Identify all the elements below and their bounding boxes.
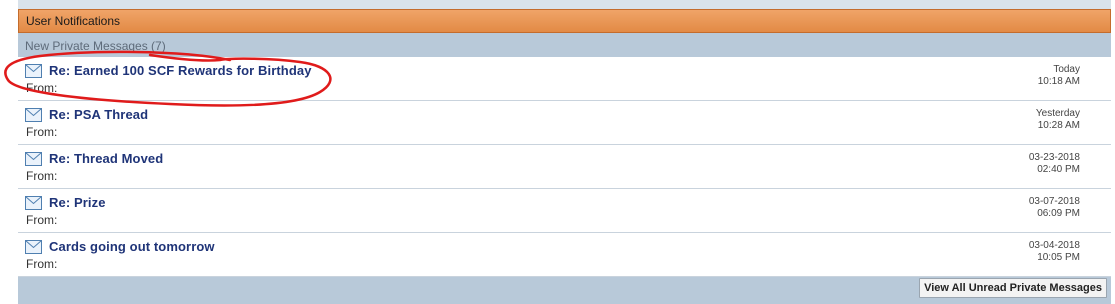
message-date: Yesterday xyxy=(1035,108,1080,119)
envelope-icon xyxy=(25,64,42,78)
message-list: Re: Earned 100 SCF Rewards for Birthday … xyxy=(18,57,1111,277)
message-title-link[interactable]: Re: PSA Thread xyxy=(49,107,148,122)
message-time: 10:18 AM xyxy=(1037,76,1080,87)
message-from: From: xyxy=(26,213,58,227)
message-title-link[interactable]: Re: Earned 100 SCF Rewards for Birthday xyxy=(49,63,312,78)
message-date: 03-23-2018 xyxy=(1028,152,1080,163)
panel-title: User Notifications xyxy=(26,14,121,28)
envelope-icon xyxy=(25,152,42,166)
message-from: From: xyxy=(26,81,58,95)
message-time: 10:28 AM xyxy=(1037,120,1080,131)
message-title-link[interactable]: Cards going out tomorrow xyxy=(49,239,215,254)
message-time: 02:40 PM xyxy=(1037,164,1080,175)
envelope-icon xyxy=(25,108,42,122)
message-title-link[interactable]: Re: Prize xyxy=(49,195,106,210)
message-row[interactable]: Re: Thread Moved From: 03-23-2018 02:40 … xyxy=(18,145,1111,189)
message-from: From: xyxy=(26,169,58,183)
message-row[interactable]: Cards going out tomorrow From: 03-04-201… xyxy=(18,233,1111,277)
message-date: 03-04-2018 xyxy=(1028,240,1080,251)
envelope-icon xyxy=(25,196,42,210)
message-time: 06:09 PM xyxy=(1037,208,1080,219)
envelope-icon xyxy=(25,240,42,254)
message-from: From: xyxy=(26,257,58,271)
message-from: From: xyxy=(26,125,58,139)
message-row[interactable]: Re: Prize From: 03-07-2018 06:09 PM xyxy=(18,189,1111,233)
notifications-panel: User Notifications New Private Messages … xyxy=(18,0,1111,304)
top-band xyxy=(18,0,1111,9)
message-row[interactable]: Re: Earned 100 SCF Rewards for Birthday … xyxy=(18,57,1111,101)
message-time: 10:05 PM xyxy=(1037,252,1080,263)
new-messages-count: New Private Messages (7) xyxy=(25,39,166,53)
message-row[interactable]: Re: PSA Thread From: Yesterday 10:28 AM xyxy=(18,101,1111,145)
panel-header: User Notifications xyxy=(18,9,1111,33)
section-subheader: New Private Messages (7) xyxy=(18,33,1111,57)
message-date: 03-07-2018 xyxy=(1028,196,1080,207)
message-title-link[interactable]: Re: Thread Moved xyxy=(49,151,163,166)
view-all-unread-button[interactable]: View All Unread Private Messages xyxy=(919,278,1107,298)
message-date: Today xyxy=(1053,64,1080,75)
